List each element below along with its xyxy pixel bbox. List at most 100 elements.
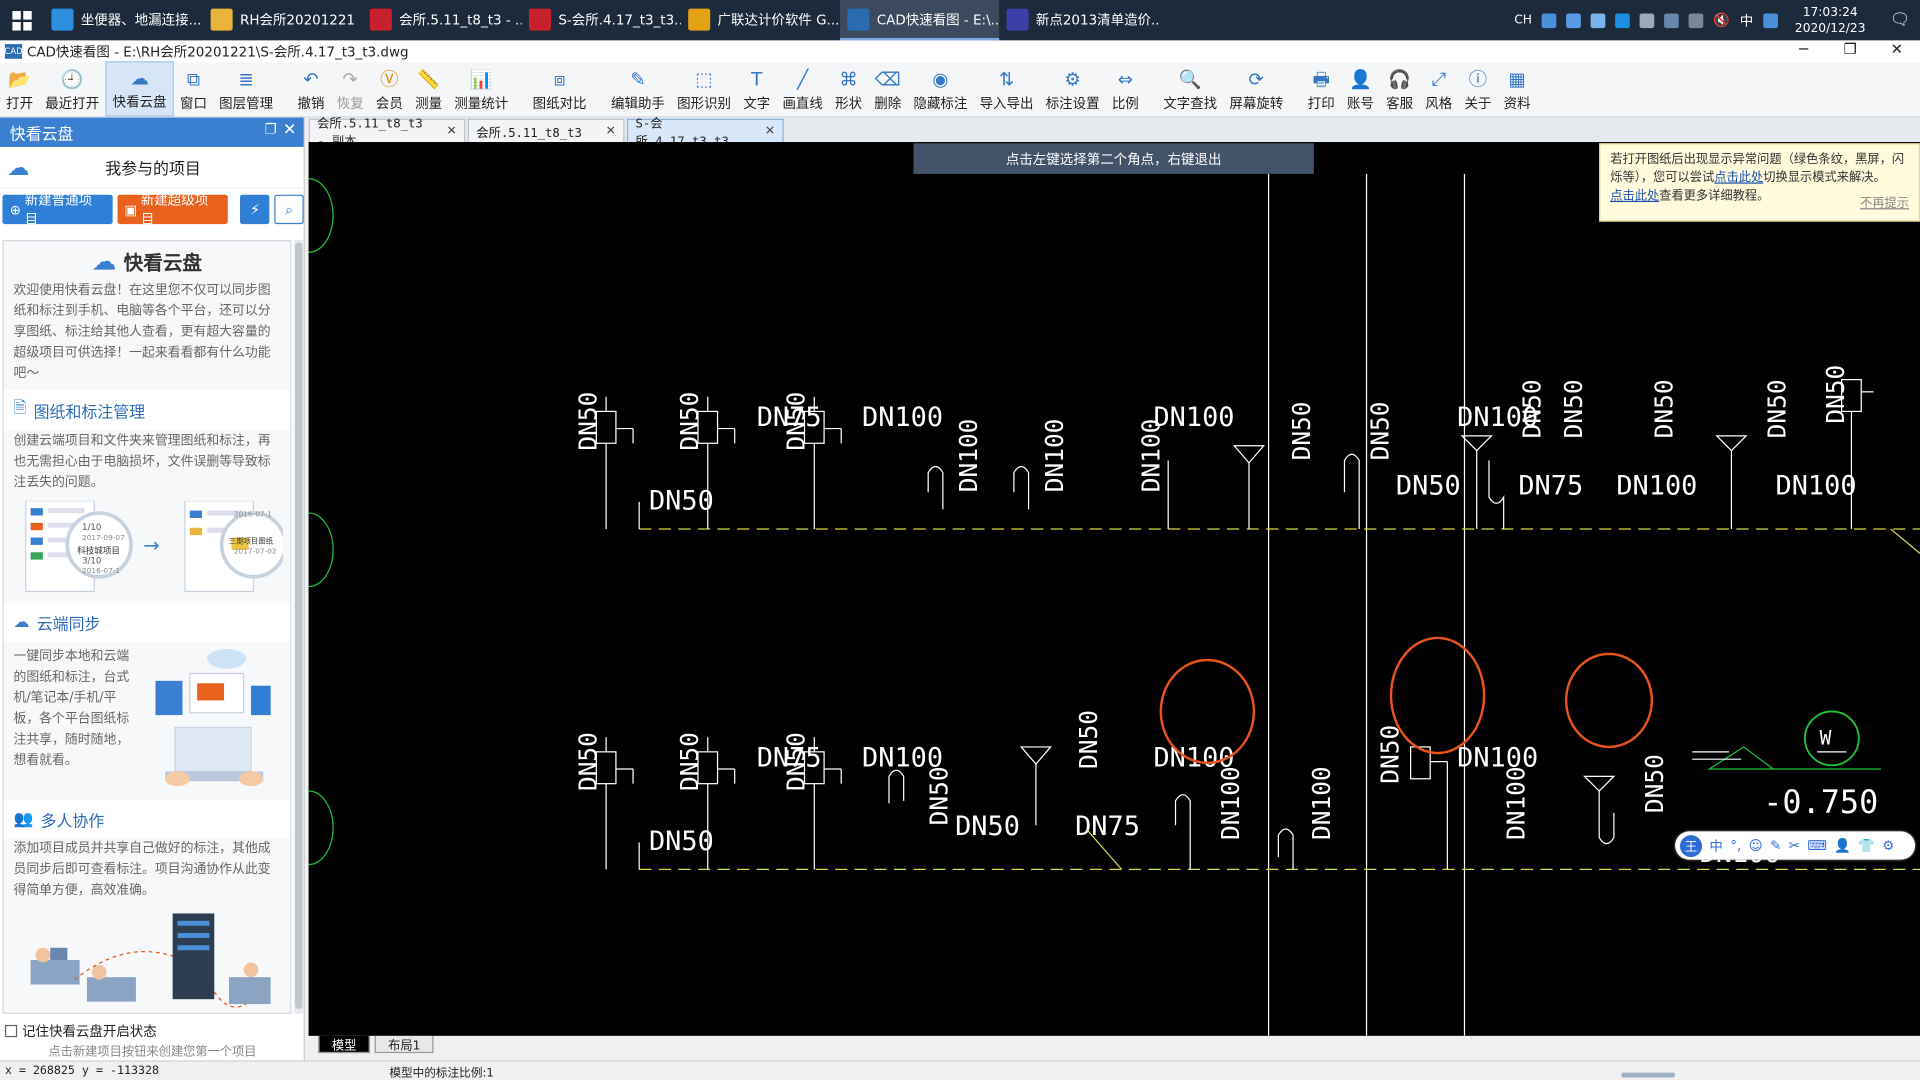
wang-ime-logo-icon[interactable]: 王 <box>1680 834 1703 857</box>
pipe-size-label: DN50 <box>1366 401 1395 460</box>
wang-ime-icon[interactable] <box>1541 12 1557 28</box>
close-window-button[interactable]: ✕ <box>1873 40 1920 57</box>
project-selector[interactable]: ☁ 我参与的项目 <box>0 147 304 189</box>
layout-tab[interactable]: 布局1 <box>374 1035 434 1054</box>
new-normal-project-button[interactable]: ⊕ 新建普通项目 <box>2 192 113 228</box>
p-trap <box>927 465 944 510</box>
section-text: 创建云端项目和文件夹来管理图纸和标注，再也无需担心由于电脑损坏，文件误删等导致标… <box>13 433 271 490</box>
toolbar-anno-settings-button[interactable]: ⚙ 标注设置 <box>1040 61 1106 116</box>
notification-center-icon[interactable]: 🗨 <box>1890 11 1910 29</box>
close-tab-icon[interactable]: ✕ <box>606 124 616 137</box>
taskbar-task[interactable]: 广联达计价软件 G... <box>681 0 840 40</box>
toolbar-vip-button[interactable]: Ⓥ 会员 <box>370 61 409 116</box>
collaboration-illustration <box>30 913 271 1008</box>
toolbar-compare-button[interactable]: ⧈ 图纸对比 <box>527 61 593 116</box>
toolbar-hide-anno-button[interactable]: ◉ 隐藏标注 <box>907 61 973 116</box>
remember-checkbox[interactable] <box>4 1024 18 1038</box>
taskbar-clock[interactable]: 17:03:24 2020/12/23 <box>1795 4 1866 36</box>
remember-cloud-state[interactable]: 记住快看云盘开启状态 <box>4 1021 157 1041</box>
toolbar-redo-button[interactable]: ↷ 恢复 <box>331 61 370 116</box>
window-title-bar: CAD CAD快速看图 - E:\RH会所20201221\S-会所.4.17_… <box>0 40 1920 63</box>
toolbar-edit-helper-button[interactable]: ✎ 编辑助手 <box>605 61 671 116</box>
tray-shield-icon[interactable] <box>1566 12 1581 28</box>
toolbar-resources-button[interactable]: ▦ 资料 <box>1498 61 1537 116</box>
tray-security-icon[interactable] <box>1664 12 1679 28</box>
toolbar-recent-button[interactable]: 🕘 最近打开 <box>39 61 105 116</box>
user-icon[interactable]: 👤 <box>1834 838 1851 854</box>
close-tab-icon[interactable]: ✕ <box>765 124 775 137</box>
taskbar-task[interactable]: CAD快速看图 - E:\... <box>840 0 1000 41</box>
toolbar-shape-recog-button[interactable]: ⬚ 图形识别 <box>671 61 737 116</box>
notice-text-2: 切换显示模式来解决。 <box>1763 171 1886 185</box>
new-super-project-button[interactable]: ▣ 新建超级项目 <box>117 192 229 228</box>
tray-lang[interactable]: 中 <box>1740 10 1753 30</box>
toolbar-text-button[interactable]: T 文字 <box>737 61 776 116</box>
toolbar-ratio-button[interactable]: ⇔ 比例 <box>1106 61 1145 116</box>
handwrite-icon[interactable]: ✎ <box>1770 838 1781 854</box>
volume-muted-icon[interactable]: 🔇 <box>1713 12 1730 28</box>
toolbar-print-button[interactable]: 🖶 打印 <box>1302 61 1341 116</box>
toolbar-open-button[interactable]: 📂 打开 <box>0 61 39 116</box>
toolbar-measure-button[interactable]: 📏 测量 <box>409 61 448 116</box>
document-tab[interactable]: 会所.5.11_t8_t3 - 副本✕ <box>308 118 466 149</box>
tray-usb-icon[interactable] <box>1639 12 1655 28</box>
toolbar-import-export-button[interactable]: ⇅ 导入导出 <box>973 61 1039 116</box>
autocad-icon <box>528 7 552 31</box>
layout-tabs: 模型 布局1 <box>308 1035 1920 1056</box>
toolbar-about-button[interactable]: ⓘ 关于 <box>1458 61 1497 116</box>
ime-floating-toolbar[interactable]: 王 中 °, ☺ ✎ ✂ ⌨ 👤 👕 ⚙ <box>1675 831 1916 860</box>
toolbar-undo-button[interactable]: ↶ 撤销 <box>291 61 330 116</box>
minimize-button[interactable]: ─ <box>1780 40 1827 57</box>
document-tab[interactable]: S-会所.4.17_t3_t3✕ <box>626 118 784 149</box>
sync-button[interactable]: ⚡ <box>240 194 270 225</box>
toolbar-support-button[interactable]: 🎧 客服 <box>1380 61 1419 116</box>
document-tab[interactable]: 会所.5.11_t8_t3 ✕ <box>467 118 625 143</box>
scissors-icon[interactable]: ✂ <box>1789 838 1800 854</box>
ime-mode-indicator[interactable]: CH <box>1514 13 1532 26</box>
toolbar-shape-button[interactable]: ⌘ 形状 <box>829 61 868 116</box>
toolbar-label: 图纸对比 <box>532 95 587 112</box>
toolbar-screen-rotate-button[interactable]: ⟳ 屏幕旋转 <box>1223 61 1289 116</box>
drawing-canvas[interactable]: DN50 DN50 DN50 DN50 DN75 DN100 DN100 DN100 DN100… <box>308 142 1920 1036</box>
ime-settings-icon[interactable]: ⚙ <box>1882 838 1894 854</box>
scrollbar-thumb[interactable] <box>295 242 303 1009</box>
close-tab-icon[interactable]: ✕ <box>446 124 456 137</box>
toolbar-layer-button[interactable]: ≣ 图层管理 <box>213 61 279 116</box>
taskbar-task[interactable]: 坐便器、地漏连接... <box>44 0 203 40</box>
taskbar-task[interactable]: 新点2013清单造价... <box>999 0 1158 40</box>
ime-mode-toggle[interactable]: 中 <box>1709 836 1722 856</box>
layout-tab[interactable]: 模型 <box>318 1035 370 1054</box>
toolbar-text-find-button[interactable]: 🔍 文字查找 <box>1157 61 1223 116</box>
p-trap <box>1598 791 1615 845</box>
keyboard-icon[interactable]: ⌨ <box>1807 838 1826 854</box>
close-panel-icon[interactable]: ✕ <box>283 121 296 139</box>
taskbar-task-label: RH会所20201221 <box>240 11 355 28</box>
taskbar-task[interactable]: S-会所.4.17_t3_t3.... <box>522 0 681 40</box>
toolbar-window-button[interactable]: ⧉ 窗口 <box>174 61 213 116</box>
dont-show-again-link[interactable]: 不再提示 <box>1860 195 1909 213</box>
search-button[interactable]: ⌕ <box>274 194 304 225</box>
tray-wang-ime-icon[interactable] <box>1763 12 1778 28</box>
toolbar-delete-button[interactable]: ⌫ 删除 <box>868 61 907 116</box>
taskbar-task-label: 会所.5.11_t8_t3 - ... <box>399 11 522 28</box>
notice-link-tutorial[interactable]: 点击此处 <box>1610 190 1659 203</box>
float-panel-icon[interactable]: ❐ <box>265 121 277 137</box>
toolbar-cloud-button[interactable]: ☁ 快看云盘 <box>105 61 174 117</box>
notice-link-switch-mode[interactable]: 点击此处 <box>1714 171 1763 184</box>
tray-network-icon[interactable] <box>1688 12 1704 28</box>
punctuation-icon[interactable]: °, <box>1730 838 1741 854</box>
maximize-button[interactable]: ❐ <box>1827 40 1874 57</box>
side-panel-scrollbar[interactable] <box>293 240 304 1014</box>
p-trap <box>1343 453 1360 529</box>
tray-app-icon[interactable] <box>1590 12 1606 28</box>
taskbar-task[interactable]: RH会所20201221 <box>203 0 362 40</box>
tray-cloud-icon[interactable] <box>1615 12 1630 28</box>
toolbar-style-button[interactable]: ⤢ 风格 <box>1419 61 1458 116</box>
windows-start-button[interactable] <box>0 0 44 40</box>
toolbar-account-button[interactable]: 👤 账号 <box>1341 61 1380 116</box>
skin-icon[interactable]: 👕 <box>1858 838 1875 854</box>
toolbar-line-button[interactable]: ╱ 画直线 <box>776 61 829 116</box>
toolbar-measure-stat-button[interactable]: 📊 测量统计 <box>448 61 514 116</box>
taskbar-task[interactable]: 会所.5.11_t8_t3 - ... <box>362 0 522 40</box>
emoji-icon[interactable]: ☺ <box>1749 838 1763 854</box>
